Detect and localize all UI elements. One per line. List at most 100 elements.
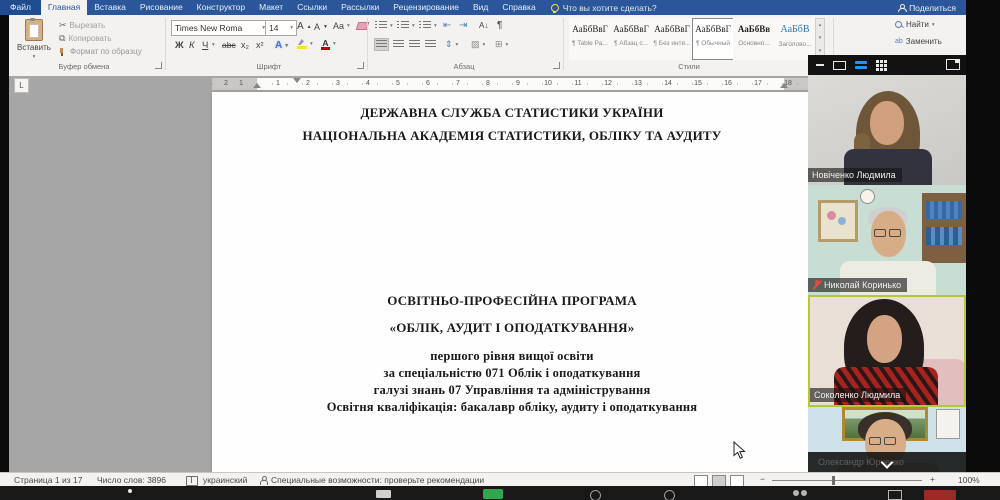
horizontal-ruler[interactable]: 21123456789101112131415161718: [212, 78, 812, 90]
highlight-button[interactable]: ▾: [297, 39, 313, 49]
font-color-button[interactable]: А▾: [321, 39, 336, 49]
taskbar-icon[interactable]: [888, 490, 902, 500]
align-center-button[interactable]: [393, 40, 404, 49]
accessibility-icon[interactable]: [259, 476, 267, 485]
taskbar-icon[interactable]: [590, 490, 601, 500]
doc-line-4[interactable]: Освітня кваліфікація: бакалавр обліку, а…: [212, 400, 812, 415]
bold-button[interactable]: Ж: [175, 40, 184, 51]
align-right-button[interactable]: [409, 40, 420, 49]
leave-meeting-button[interactable]: [924, 490, 956, 500]
zoom-percentage[interactable]: 100%: [958, 475, 980, 485]
doc-line-3[interactable]: галузі знань 07 Управління та адміністру…: [212, 383, 812, 398]
grow-font-button[interactable]: A▲: [297, 21, 312, 32]
line-spacing-button[interactable]: ⇕▾: [445, 39, 458, 50]
grid-view-icon[interactable]: [876, 60, 887, 71]
cut-button[interactable]: ✂ Вырезать: [59, 21, 105, 30]
minimize-icon[interactable]: [816, 64, 824, 66]
zoom-in-button[interactable]: +: [930, 474, 935, 484]
speaker-view-icon[interactable]: [833, 61, 846, 70]
zoom-out-button[interactable]: −: [760, 474, 765, 484]
tab-insert[interactable]: Вставка: [87, 0, 133, 15]
strikethrough-button[interactable]: abc: [222, 40, 236, 50]
font-size-combo[interactable]: 14▾: [265, 20, 297, 36]
change-case-button[interactable]: Aa▾: [333, 21, 350, 31]
superscript-button[interactable]: x²: [256, 40, 264, 50]
taskbar-icon[interactable]: [664, 490, 675, 500]
video-tile-2[interactable]: Николай Коринько: [808, 185, 966, 295]
zoom-slider[interactable]: [772, 480, 922, 481]
justify-button[interactable]: [425, 40, 436, 49]
tab-help[interactable]: Справка: [495, 0, 542, 15]
align-left-button[interactable]: [375, 39, 388, 50]
video-tile-1[interactable]: Новіченко Людмила: [808, 75, 966, 185]
taskbar-icon[interactable]: [376, 490, 391, 498]
bullet-list-button[interactable]: ▾: [375, 21, 393, 30]
share-button[interactable]: Поделиться: [888, 0, 966, 15]
page-indicator[interactable]: Страница 1 из 17: [14, 475, 82, 485]
increase-indent-button[interactable]: ⇥: [459, 20, 467, 31]
taskbar-icon[interactable]: [128, 489, 132, 493]
video-tile-3[interactable]: Соколенко Людмила: [808, 295, 966, 407]
proofing-icon[interactable]: [186, 476, 198, 486]
tab-mailings[interactable]: Рассылки: [334, 0, 386, 15]
first-line-indent-marker[interactable]: [293, 78, 301, 83]
text-effects-button[interactable]: A▾: [275, 40, 288, 51]
gallery-strip-icon[interactable]: [855, 61, 867, 70]
replace-button[interactable]: ab Заменить: [895, 37, 942, 46]
styles-gallery-scrollbar[interactable]: ▴▾▾: [815, 18, 825, 60]
doc-heading-1[interactable]: ДЕРЖАВНА СЛУЖБА СТАТИСТИКИ УКРАЇНИ: [212, 105, 812, 121]
paste-button[interactable]: Вставить ▾: [17, 19, 51, 60]
doc-line-2[interactable]: за спеціальністю 071 Облік і оподаткуван…: [212, 366, 812, 381]
shrink-font-button[interactable]: A▼: [314, 22, 328, 32]
tab-draw[interactable]: Рисование: [133, 0, 190, 15]
accessibility-status[interactable]: Специальные возможности: проверьте реком…: [271, 475, 484, 485]
font-name-combo[interactable]: Times New Roma▾: [171, 20, 269, 36]
style-card-no-spacing[interactable]: АаБбВвГ ¶ Без инте...: [651, 18, 693, 60]
align-left-icon: [376, 40, 387, 49]
find-button[interactable]: Найти▾: [895, 20, 935, 29]
video-tile-4[interactable]: Олександр Юрченко: [808, 407, 966, 473]
tab-layout[interactable]: Макет: [252, 0, 290, 15]
tab-view[interactable]: Вид: [466, 0, 495, 15]
style-card-normal[interactable]: АаБбВвГ ¶ Обычный: [692, 18, 734, 60]
doc-title-2[interactable]: «ОБЛІК, АУДИТ І ОПОДАТКУВАННЯ»: [212, 320, 812, 336]
style-card-paragraph[interactable]: АаБбВвГ ¶ Абзац с...: [610, 18, 652, 60]
numbered-list-button[interactable]: ▾: [397, 21, 415, 30]
word-count[interactable]: Число слов: 3896: [97, 475, 166, 485]
zoom-slider-thumb[interactable]: [832, 476, 835, 485]
paragraph-dialog-launcher[interactable]: [553, 62, 560, 69]
style-card-table[interactable]: АаБбВвГ ¶ Table Pa...: [569, 18, 611, 60]
doc-line-1[interactable]: першого рівня вищої освіти: [212, 349, 812, 364]
tell-me-box[interactable]: Что вы хотите сделать?: [543, 0, 665, 15]
left-indent-marker[interactable]: [253, 83, 261, 88]
tab-file[interactable]: Файл: [0, 0, 41, 15]
italic-button[interactable]: К: [189, 40, 195, 51]
document-page[interactable]: ДЕРЖАВНА СЛУЖБА СТАТИСТИКИ УКРАЇНИ НАЦІО…: [212, 92, 812, 472]
clipboard-dialog-launcher[interactable]: [155, 62, 162, 69]
tab-home[interactable]: Главная: [41, 0, 87, 15]
tab-review[interactable]: Рецензирование: [386, 0, 466, 15]
style-card-body[interactable]: АаБбВв Основно...: [733, 18, 775, 60]
doc-title-1[interactable]: ОСВІТНЬО-ПРОФЕСІЙНА ПРОГРАМА: [212, 293, 812, 309]
subscript-button[interactable]: x₂: [241, 40, 249, 50]
taskbar-icon[interactable]: [483, 489, 503, 499]
sort-button[interactable]: А↓: [479, 21, 488, 30]
doc-heading-2[interactable]: НАЦІОНАЛЬНА АКАДЕМІЯ СТАТИСТИКИ, ОБЛІКУ …: [212, 128, 812, 144]
multilevel-list-button[interactable]: ▾: [419, 21, 437, 30]
pilcrow-button[interactable]: ¶: [497, 20, 502, 31]
tab-references[interactable]: Ссылки: [290, 0, 334, 15]
tab-design[interactable]: Конструктор: [190, 0, 252, 15]
decrease-indent-button[interactable]: ⇤: [443, 20, 451, 31]
copy-button[interactable]: ⧉ Копировать: [59, 34, 112, 43]
popout-icon[interactable]: [946, 59, 960, 70]
underline-dropdown[interactable]: ▾: [212, 42, 215, 48]
format-painter-button[interactable]: Формат по образцу: [59, 47, 142, 56]
borders-button[interactable]: ⊞▾: [495, 39, 508, 50]
underline-button[interactable]: Ч: [202, 40, 208, 51]
tab-stop-selector[interactable]: L: [14, 78, 29, 93]
font-dialog-launcher[interactable]: [357, 62, 364, 69]
language-indicator[interactable]: украинский: [203, 475, 247, 485]
style-card-heading[interactable]: АаБбВ Заголово...: [774, 18, 816, 60]
shading-button[interactable]: ▨▾: [471, 39, 485, 50]
taskbar-icon[interactable]: [793, 490, 799, 496]
